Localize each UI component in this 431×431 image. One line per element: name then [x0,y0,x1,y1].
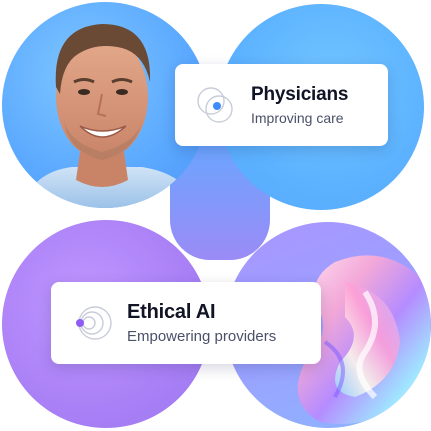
ethical-ai-title: Ethical AI [127,301,216,323]
physicians-title: Physicians [251,84,349,105]
ethical-ai-card: Ethical AI Empowering providers [51,282,321,364]
concentric-rings-icon [76,306,112,340]
hero-collage: Physicians Improving care Ethical AI Emp… [0,0,431,431]
physicians-subtitle: Improving care [251,110,344,126]
ethical-ai-subtitle: Empowering providers [127,328,277,345]
care-rings-icon [197,87,233,123]
physicians-card: Physicians Improving care [175,64,388,146]
